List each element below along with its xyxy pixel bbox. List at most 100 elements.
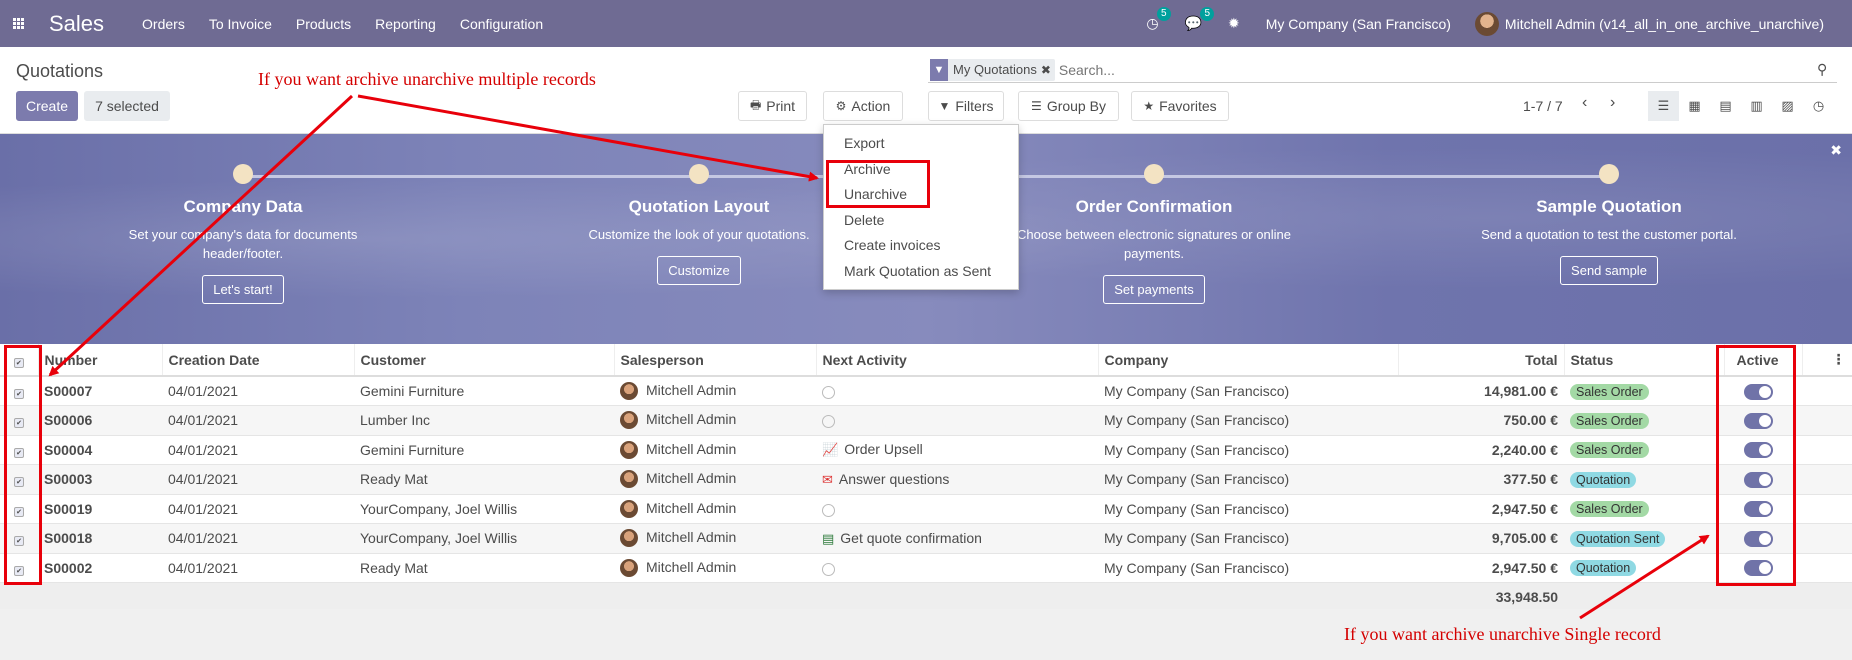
- print-icon: 🖶: [749, 97, 762, 112]
- avatar: [620, 382, 638, 401]
- optional-columns-icon[interactable]: ⋮: [1802, 344, 1852, 377]
- graph-view-icon[interactable]: ▨: [1772, 91, 1803, 121]
- action-export[interactable]: Export: [824, 131, 1018, 157]
- salesperson: Mitchell Admin: [614, 435, 816, 465]
- list-view-icon[interactable]: ☰: [1648, 91, 1679, 121]
- search-facet[interactable]: ▼ My Quotations ✖: [930, 58, 1055, 81]
- customize-button[interactable]: Customize: [657, 256, 741, 285]
- step-title: Sample Quotation: [1536, 197, 1682, 216]
- menu-configuration[interactable]: Configuration: [460, 16, 543, 32]
- clock-icon[interactable]: [822, 385, 835, 399]
- apps-menu-icon[interactable]: [1, 0, 35, 47]
- clock-icon[interactable]: [822, 562, 835, 576]
- col-total[interactable]: Total: [1398, 344, 1565, 377]
- activity-clock-icon[interactable]: ◷ 5: [1146, 7, 1171, 32]
- table-row[interactable]: ✔ S00019 04/01/2021 YourCompany, Joel Willi…: [0, 494, 1852, 524]
- activity-label: Get quote confirmation: [840, 529, 982, 546]
- step-desc: Set your company's data for documents he…: [128, 227, 358, 261]
- status-cell: Sales Order: [1564, 376, 1724, 406]
- step-dot: [689, 164, 709, 184]
- col-next-activity[interactable]: Next Activity: [816, 344, 1099, 377]
- customer: Gemini Furniture: [354, 435, 614, 465]
- col-salesperson[interactable]: Salesperson: [614, 344, 817, 377]
- company: My Company (San Francisco): [1098, 553, 1398, 583]
- table-footer: 33,948.50: [0, 582, 1852, 611]
- top-navbar: Sales Orders To Invoice Products Reporti…: [0, 0, 1852, 47]
- search-icon[interactable]: ⚲: [1817, 61, 1837, 78]
- activity-view-icon[interactable]: ◷: [1803, 91, 1834, 121]
- favorites-button[interactable]: ★ Favorites: [1131, 91, 1229, 121]
- pager-previous-icon[interactable]: ‹: [1582, 94, 1587, 112]
- col-creation-date[interactable]: Creation Date: [162, 344, 355, 377]
- groupby-button[interactable]: ☰ Group By: [1018, 91, 1119, 121]
- menu-to-invoice[interactable]: To Invoice: [209, 16, 272, 32]
- menu-products[interactable]: Products: [296, 16, 351, 32]
- pivot-view-icon[interactable]: ▥: [1741, 91, 1772, 121]
- close-icon[interactable]: ✖: [1830, 142, 1842, 159]
- action-mark-sent[interactable]: Mark Quotation as Sent: [824, 259, 1018, 285]
- salesperson: Mitchell Admin: [614, 553, 816, 583]
- table-row[interactable]: ✔ S00018 04/01/2021 YourCompany, Joel Willi…: [0, 523, 1852, 554]
- facet-close-icon[interactable]: ✖: [1041, 63, 1055, 77]
- activity-count-badge: 5: [1157, 7, 1171, 21]
- salesperson-name: Mitchell Admin: [646, 440, 737, 457]
- action-label: Action: [851, 98, 891, 114]
- creation-date: 04/01/2021: [162, 464, 354, 495]
- activity-label: Answer questions: [838, 470, 950, 487]
- col-company[interactable]: Company: [1098, 344, 1399, 377]
- salesperson-name: Mitchell Admin: [646, 411, 737, 428]
- menu-reporting[interactable]: Reporting: [375, 16, 436, 32]
- salesperson: Mitchell Admin: [614, 523, 816, 554]
- total: 750.00 €: [1398, 405, 1564, 436]
- col-number[interactable]: Number: [38, 344, 163, 377]
- creation-date: 04/01/2021: [162, 435, 354, 465]
- messages-icon[interactable]: 💬 5: [1185, 7, 1215, 32]
- table-row[interactable]: ✔ S00003 04/01/2021 Ready Mat Mitchell Admin…: [0, 464, 1852, 495]
- table-row[interactable]: ✔ S00002 04/01/2021 Ready Mat Mitchell Admin…: [0, 553, 1852, 583]
- debug-bug-icon[interactable]: ✹: [1228, 15, 1240, 32]
- print-button[interactable]: 🖶 Print: [738, 91, 807, 121]
- table-header: ✔ Number Creation Date Customer Salesper…: [0, 344, 1852, 377]
- company: My Company (San Francisco): [1098, 464, 1398, 495]
- app-title[interactable]: Sales: [49, 11, 104, 37]
- search-input[interactable]: [1058, 61, 1817, 78]
- action-create-invoices[interactable]: Create invoices: [824, 233, 1018, 259]
- envelope-icon[interactable]: ✉: [822, 472, 833, 488]
- salesperson: Mitchell Admin: [614, 464, 816, 495]
- menu-orders[interactable]: Orders: [142, 16, 185, 32]
- set-payments-button[interactable]: Set payments: [1103, 275, 1205, 304]
- kanban-view-icon[interactable]: ▦: [1679, 91, 1710, 121]
- clock-icon[interactable]: [822, 503, 835, 517]
- pager-value[interactable]: 1-7 / 7: [1523, 98, 1563, 114]
- status-badge: Sales Order: [1570, 442, 1649, 459]
- list-icon[interactable]: ▤: [822, 531, 834, 547]
- next-activity: 📈 Order Upsell: [816, 435, 1098, 465]
- table-row[interactable]: ✔ S00006 04/01/2021 Lumber Inc Mitchell Admi…: [0, 405, 1852, 436]
- highlight-checkboxes: [4, 345, 42, 585]
- highlight-active-toggles: [1716, 345, 1796, 586]
- table-row[interactable]: ✔ S00007 04/01/2021 Gemini Furniture Mitchel…: [0, 376, 1852, 406]
- filters-button[interactable]: ▼ Filters: [928, 91, 1004, 121]
- salesperson-name: Mitchell Admin: [646, 381, 737, 398]
- col-customer[interactable]: Customer: [354, 344, 615, 377]
- total: 14,981.00 €: [1398, 376, 1564, 406]
- step-sample-quotation: Sample Quotation Send a quotation to tes…: [1459, 164, 1759, 285]
- line-chart-icon[interactable]: 📈: [822, 442, 838, 458]
- send-sample-button[interactable]: Send sample: [1560, 256, 1658, 285]
- action-delete[interactable]: Delete: [824, 208, 1018, 234]
- step-desc: Send a quotation to test the customer po…: [1481, 227, 1737, 242]
- status-cell: Sales Order: [1564, 435, 1724, 465]
- table-row[interactable]: ✔ S00004 04/01/2021 Gemini Furniture Mitchel…: [0, 435, 1852, 465]
- step-desc: Choose between electronic signatures or …: [1017, 227, 1291, 261]
- clock-icon[interactable]: [822, 415, 835, 429]
- pager-next-icon[interactable]: ›: [1610, 94, 1615, 112]
- annotation-multiple: If you want archive unarchive multiple r…: [258, 69, 596, 89]
- col-status[interactable]: Status: [1564, 344, 1725, 377]
- action-button[interactable]: ⚙ Action: [823, 91, 903, 121]
- calendar-view-icon[interactable]: ▤: [1710, 91, 1741, 121]
- user-menu[interactable]: Mitchell Admin (v14_all_in_one_archive_u…: [1474, 11, 1824, 36]
- lets-start-button[interactable]: Let's start!: [202, 275, 284, 304]
- company-switcher[interactable]: My Company (San Francisco): [1266, 16, 1451, 32]
- company: My Company (San Francisco): [1098, 494, 1398, 524]
- create-button[interactable]: Create: [16, 91, 78, 121]
